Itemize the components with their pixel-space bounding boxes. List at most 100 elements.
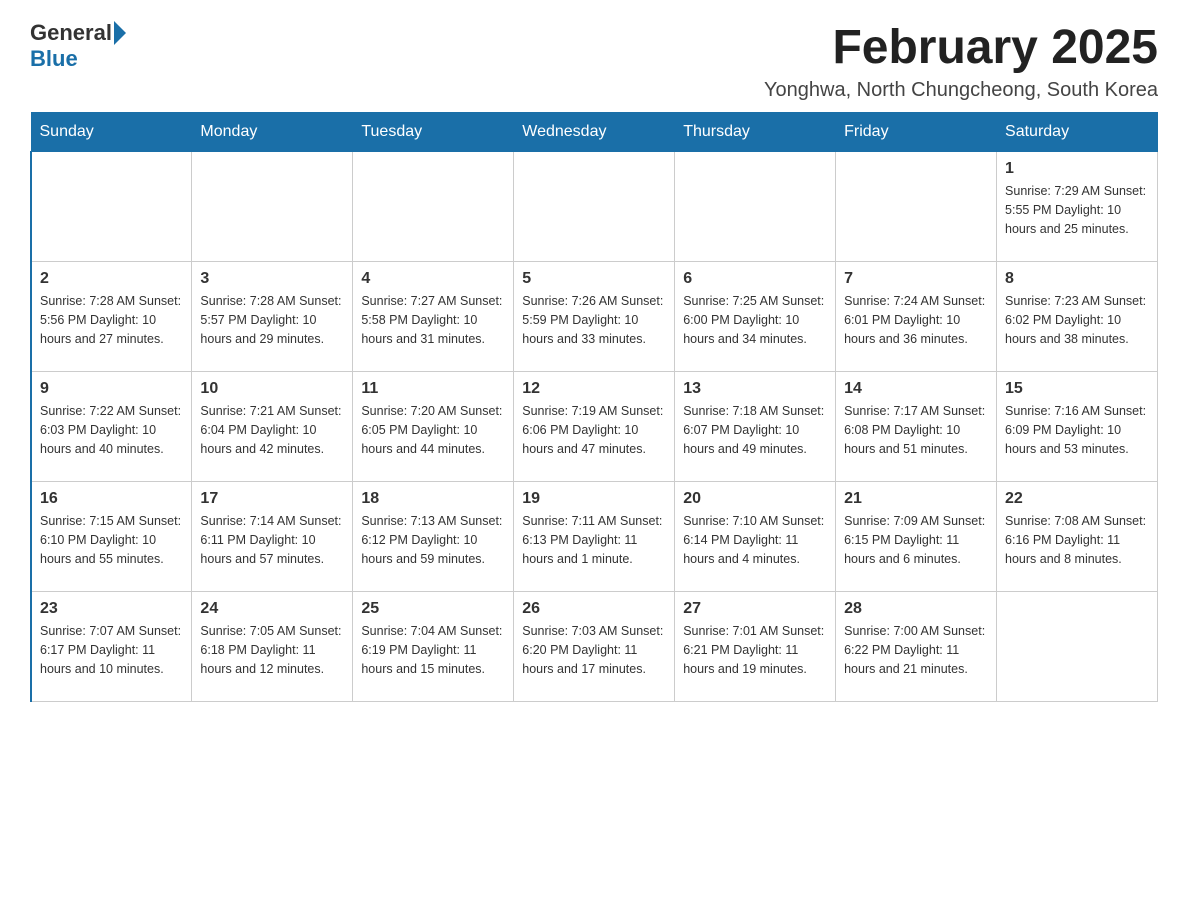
day-number: 13 bbox=[683, 380, 827, 398]
day-info: Sunrise: 7:17 AM Sunset: 6:08 PM Dayligh… bbox=[844, 402, 988, 458]
calendar-week-row: 9 Sunrise: 7:22 AM Sunset: 6:03 PM Daylig… bbox=[31, 372, 1158, 482]
calendar-day-cell bbox=[836, 152, 997, 262]
weekday-header-thursday: Thursday bbox=[675, 113, 836, 152]
calendar-day-cell: 12 Sunrise: 7:19 AM Sunset: 6:06 PM Dayli… bbox=[514, 372, 675, 482]
day-info: Sunrise: 7:28 AM Sunset: 5:57 PM Dayligh… bbox=[200, 292, 344, 348]
day-number: 27 bbox=[683, 600, 827, 618]
weekday-header-monday: Monday bbox=[192, 113, 353, 152]
title-block: February 2025 Yonghwa, North Chungcheong… bbox=[764, 20, 1158, 102]
day-number: 23 bbox=[40, 600, 183, 618]
day-number: 28 bbox=[844, 600, 988, 618]
calendar-day-cell bbox=[192, 152, 353, 262]
calendar-day-cell: 16 Sunrise: 7:15 AM Sunset: 6:10 PM Dayli… bbox=[31, 482, 192, 592]
calendar-day-cell: 27 Sunrise: 7:01 AM Sunset: 6:21 PM Dayli… bbox=[675, 592, 836, 702]
weekday-header-sunday: Sunday bbox=[31, 113, 192, 152]
day-number: 26 bbox=[522, 600, 666, 618]
day-number: 3 bbox=[200, 270, 344, 288]
calendar-day-cell bbox=[514, 152, 675, 262]
calendar-day-cell: 4Sunrise: 7:27 AM Sunset: 5:58 PM Daylig… bbox=[353, 262, 514, 372]
day-number: 7 bbox=[844, 270, 988, 288]
calendar-day-cell: 26 Sunrise: 7:03 AM Sunset: 6:20 PM Dayli… bbox=[514, 592, 675, 702]
day-info: Sunrise: 7:19 AM Sunset: 6:06 PM Dayligh… bbox=[522, 402, 666, 458]
calendar-day-cell: 10 Sunrise: 7:21 AM Sunset: 6:04 PM Dayli… bbox=[192, 372, 353, 482]
day-info: Sunrise: 7:15 AM Sunset: 6:10 PM Dayligh… bbox=[40, 512, 183, 568]
day-info: Sunrise: 7:29 AM Sunset: 5:55 PM Dayligh… bbox=[1005, 182, 1149, 238]
calendar-day-cell: 22 Sunrise: 7:08 AM Sunset: 6:16 PM Dayli… bbox=[997, 482, 1158, 592]
day-info: Sunrise: 7:23 AM Sunset: 6:02 PM Dayligh… bbox=[1005, 292, 1149, 348]
day-number: 10 bbox=[200, 380, 344, 398]
day-number: 24 bbox=[200, 600, 344, 618]
day-number: 14 bbox=[844, 380, 988, 398]
day-number: 2 bbox=[40, 270, 183, 288]
day-number: 6 bbox=[683, 270, 827, 288]
day-info: Sunrise: 7:24 AM Sunset: 6:01 PM Dayligh… bbox=[844, 292, 988, 348]
day-number: 5 bbox=[522, 270, 666, 288]
calendar-day-cell: 28 Sunrise: 7:00 AM Sunset: 6:22 PM Dayli… bbox=[836, 592, 997, 702]
day-info: Sunrise: 7:01 AM Sunset: 6:21 PM Dayligh… bbox=[683, 622, 827, 678]
calendar-day-cell: 14 Sunrise: 7:17 AM Sunset: 6:08 PM Dayli… bbox=[836, 372, 997, 482]
calendar-day-cell: 8 Sunrise: 7:23 AM Sunset: 6:02 PM Daylig… bbox=[997, 262, 1158, 372]
day-number: 11 bbox=[361, 380, 505, 398]
weekday-header-row: SundayMondayTuesdayWednesdayThursdayFrid… bbox=[31, 113, 1158, 152]
logo-blue-text: Blue bbox=[30, 46, 78, 72]
calendar-day-cell bbox=[353, 152, 514, 262]
day-info: Sunrise: 7:07 AM Sunset: 6:17 PM Dayligh… bbox=[40, 622, 183, 678]
day-number: 22 bbox=[1005, 490, 1149, 508]
calendar-day-cell: 23 Sunrise: 7:07 AM Sunset: 6:17 PM Dayli… bbox=[31, 592, 192, 702]
calendar-day-cell bbox=[997, 592, 1158, 702]
calendar-day-cell: 1Sunrise: 7:29 AM Sunset: 5:55 PM Daylig… bbox=[997, 152, 1158, 262]
day-info: Sunrise: 7:10 AM Sunset: 6:14 PM Dayligh… bbox=[683, 512, 827, 568]
calendar-week-row: 1Sunrise: 7:29 AM Sunset: 5:55 PM Daylig… bbox=[31, 152, 1158, 262]
day-number: 8 bbox=[1005, 270, 1149, 288]
day-info: Sunrise: 7:14 AM Sunset: 6:11 PM Dayligh… bbox=[200, 512, 344, 568]
calendar-day-cell: 21Sunrise: 7:09 AM Sunset: 6:15 PM Dayli… bbox=[836, 482, 997, 592]
day-number: 21 bbox=[844, 490, 988, 508]
weekday-header-saturday: Saturday bbox=[997, 113, 1158, 152]
calendar-week-row: 2 Sunrise: 7:28 AM Sunset: 5:56 PM Daylig… bbox=[31, 262, 1158, 372]
calendar-day-cell bbox=[675, 152, 836, 262]
calendar-day-cell: 9 Sunrise: 7:22 AM Sunset: 6:03 PM Daylig… bbox=[31, 372, 192, 482]
day-info: Sunrise: 7:26 AM Sunset: 5:59 PM Dayligh… bbox=[522, 292, 666, 348]
weekday-header-wednesday: Wednesday bbox=[514, 113, 675, 152]
day-info: Sunrise: 7:04 AM Sunset: 6:19 PM Dayligh… bbox=[361, 622, 505, 678]
calendar-table: SundayMondayTuesdayWednesdayThursdayFrid… bbox=[30, 112, 1158, 702]
calendar-week-row: 16 Sunrise: 7:15 AM Sunset: 6:10 PM Dayli… bbox=[31, 482, 1158, 592]
day-number: 20 bbox=[683, 490, 827, 508]
day-info: Sunrise: 7:00 AM Sunset: 6:22 PM Dayligh… bbox=[844, 622, 988, 678]
day-number: 16 bbox=[40, 490, 183, 508]
page-header: General Blue February 2025 Yonghwa, Nort… bbox=[30, 20, 1158, 102]
calendar-title: February 2025 bbox=[764, 20, 1158, 75]
calendar-day-cell: 5 Sunrise: 7:26 AM Sunset: 5:59 PM Daylig… bbox=[514, 262, 675, 372]
calendar-day-cell bbox=[31, 152, 192, 262]
logo: General Blue bbox=[30, 20, 128, 72]
day-info: Sunrise: 7:20 AM Sunset: 6:05 PM Dayligh… bbox=[361, 402, 505, 458]
day-number: 25 bbox=[361, 600, 505, 618]
day-info: Sunrise: 7:25 AM Sunset: 6:00 PM Dayligh… bbox=[683, 292, 827, 348]
calendar-week-row: 23 Sunrise: 7:07 AM Sunset: 6:17 PM Dayli… bbox=[31, 592, 1158, 702]
calendar-day-cell: 19 Sunrise: 7:11 AM Sunset: 6:13 PM Dayli… bbox=[514, 482, 675, 592]
day-info: Sunrise: 7:11 AM Sunset: 6:13 PM Dayligh… bbox=[522, 512, 666, 568]
calendar-subtitle: Yonghwa, North Chungcheong, South Korea bbox=[764, 79, 1158, 102]
day-number: 12 bbox=[522, 380, 666, 398]
day-number: 9 bbox=[40, 380, 183, 398]
day-info: Sunrise: 7:21 AM Sunset: 6:04 PM Dayligh… bbox=[200, 402, 344, 458]
calendar-day-cell: 25 Sunrise: 7:04 AM Sunset: 6:19 PM Dayli… bbox=[353, 592, 514, 702]
day-info: Sunrise: 7:05 AM Sunset: 6:18 PM Dayligh… bbox=[200, 622, 344, 678]
day-info: Sunrise: 7:16 AM Sunset: 6:09 PM Dayligh… bbox=[1005, 402, 1149, 458]
calendar-day-cell: 7 Sunrise: 7:24 AM Sunset: 6:01 PM Daylig… bbox=[836, 262, 997, 372]
day-number: 4 bbox=[361, 270, 505, 288]
day-number: 19 bbox=[522, 490, 666, 508]
calendar-day-cell: 18Sunrise: 7:13 AM Sunset: 6:12 PM Dayli… bbox=[353, 482, 514, 592]
calendar-day-cell: 11 Sunrise: 7:20 AM Sunset: 6:05 PM Dayli… bbox=[353, 372, 514, 482]
logo-triangle-icon bbox=[114, 21, 126, 45]
day-number: 15 bbox=[1005, 380, 1149, 398]
calendar-day-cell: 13Sunrise: 7:18 AM Sunset: 6:07 PM Dayli… bbox=[675, 372, 836, 482]
weekday-header-tuesday: Tuesday bbox=[353, 113, 514, 152]
day-number: 17 bbox=[200, 490, 344, 508]
calendar-day-cell: 6 Sunrise: 7:25 AM Sunset: 6:00 PM Daylig… bbox=[675, 262, 836, 372]
day-info: Sunrise: 7:08 AM Sunset: 6:16 PM Dayligh… bbox=[1005, 512, 1149, 568]
day-info: Sunrise: 7:03 AM Sunset: 6:20 PM Dayligh… bbox=[522, 622, 666, 678]
calendar-day-cell: 24 Sunrise: 7:05 AM Sunset: 6:18 PM Dayli… bbox=[192, 592, 353, 702]
day-info: Sunrise: 7:28 AM Sunset: 5:56 PM Dayligh… bbox=[40, 292, 183, 348]
day-info: Sunrise: 7:22 AM Sunset: 6:03 PM Dayligh… bbox=[40, 402, 183, 458]
